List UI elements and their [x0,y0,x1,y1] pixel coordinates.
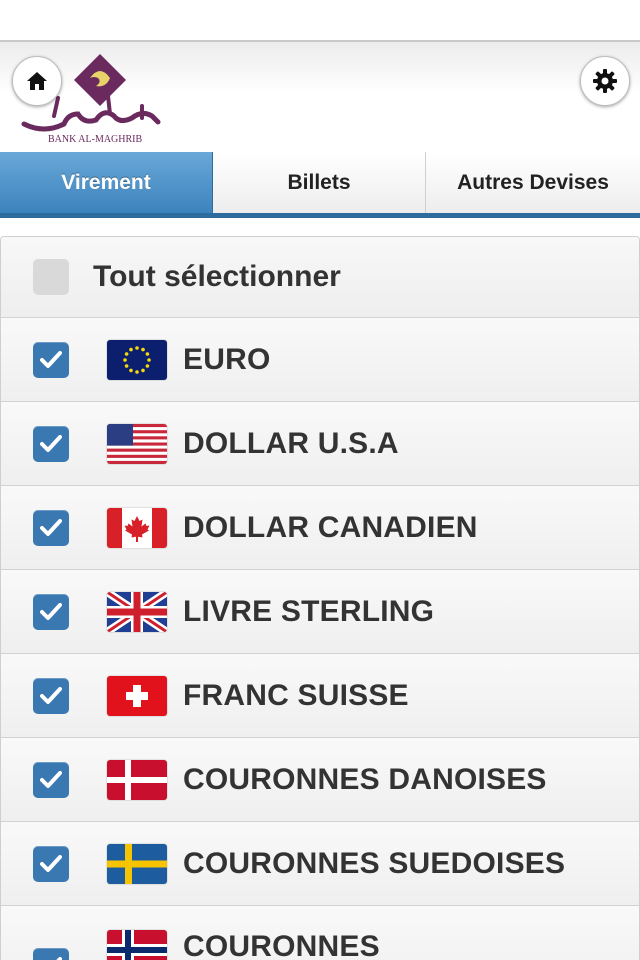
currency-label: DOLLAR CANADIEN [183,510,478,544]
tab-autres-devises[interactable]: Autres Devises [426,152,640,213]
currency-checkbox[interactable] [33,845,69,882]
currency-row-chf[interactable]: FRANC SUISSE [1,654,639,738]
currency-row-cad[interactable]: DOLLAR CANADIEN [1,486,639,570]
currency-row-gbp[interactable]: LIVRE STERLING [1,570,639,654]
checkmark-icon [40,434,62,452]
canada-flag-icon [107,507,167,548]
currency-label: COURONNES SUEDOISES [183,846,566,880]
checkmark-icon [56,957,62,960]
top-blank-area [0,0,640,40]
swiss-flag-icon [107,675,167,716]
tab-billets[interactable]: Billets [213,152,426,213]
currency-checkbox[interactable] [33,593,69,630]
currency-label: LIVRE STERLING [183,594,435,628]
checkmark-icon [40,350,62,368]
select-all-checkbox[interactable] [33,259,69,295]
currency-checkbox[interactable] [33,341,69,378]
currency-label: COURONNES [183,930,380,960]
currency-checkbox[interactable] [33,761,69,798]
currency-row-sek[interactable]: COURONNES SUEDOISES [1,822,639,906]
currency-checkbox[interactable] [33,677,69,714]
select-all-row[interactable]: Tout sélectionner [1,237,639,318]
home-button[interactable] [12,56,62,106]
settings-button[interactable] [580,56,630,106]
currency-label: COURONNES DANOISES [183,762,547,796]
checkmark-icon [40,770,62,788]
tab-virement[interactable]: Virement [0,152,213,213]
currency-label: EURO [183,342,271,376]
checkmark-icon [40,518,62,536]
us-flag-icon [107,423,167,464]
tab-bar: Virement Billets Autres Devises [0,152,640,218]
currency-checkbox[interactable] [33,425,69,462]
logo-text: BANK AL-MAGHRIB [48,134,143,145]
currency-list: Tout sélectionner EURO DOLLAR U.S.A DOLL… [0,236,640,960]
currency-label: DOLLAR U.S.A [183,426,399,460]
currency-row-dkk[interactable]: COURONNES DANOISES [1,738,639,822]
checkmark-icon [40,686,62,704]
sweden-flag-icon [107,843,167,884]
currency-row-nok[interactable]: COURONNES [1,906,639,960]
denmark-flag-icon [107,759,167,800]
checkmark-icon [40,602,62,620]
app-header: BANK AL-MAGHRIB [0,40,640,152]
norway-flag-icon [107,930,167,960]
currency-checkbox[interactable] [33,509,69,546]
checkmark-icon [40,854,62,872]
eu-flag-icon [107,339,167,380]
currency-label: FRANC SUISSE [183,678,409,712]
currency-checkbox[interactable] [33,948,69,960]
select-all-label: Tout sélectionner [93,260,341,293]
gear-icon [593,69,617,93]
uk-flag-icon [107,591,167,632]
currency-row-usd[interactable]: DOLLAR U.S.A [1,402,639,486]
home-icon [27,72,47,90]
currency-row-euro[interactable]: EURO [1,318,639,402]
